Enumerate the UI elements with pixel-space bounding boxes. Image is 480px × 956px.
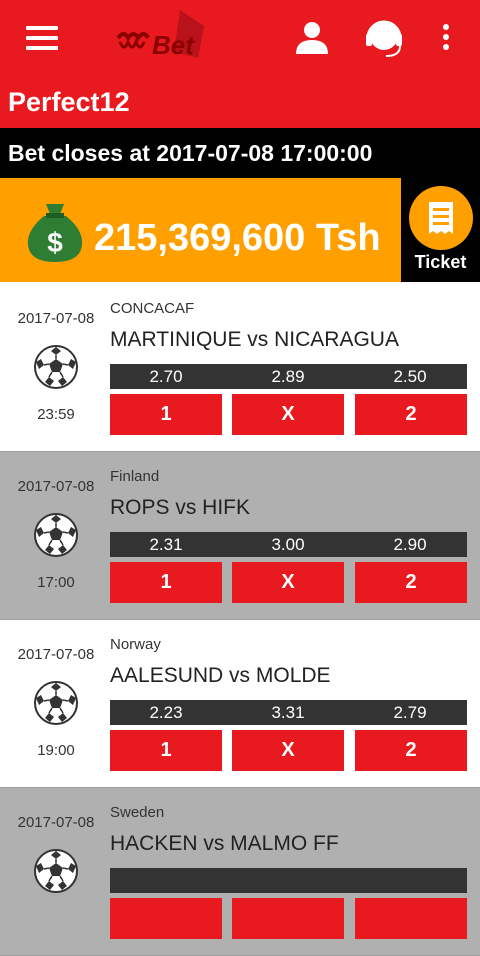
money-bag-icon: $ [24,200,86,264]
home-win-button[interactable]: 1 [110,562,222,603]
match-row: 2017-07-08 23:59 CONCACAF MARTINIQUE vs NIC… [0,284,480,452]
soccer-ball-icon [33,512,79,558]
match-league: Finland [110,468,160,485]
odds-bar: 2.31 3.00 2.90 [110,532,467,557]
match-teams: ROPS vs HIFK [110,496,251,519]
match-time: 19:00 [37,742,75,759]
soccer-ball-icon [33,680,79,726]
match-row: 2017-07-08 17:00 Finland ROPS vs HIFK 2.31 3.… [0,452,480,620]
support-headset-icon[interactable] [364,16,404,60]
home-win-button[interactable]: 1 [110,730,222,771]
away-win-button[interactable]: 2 [355,730,467,771]
soccer-ball-icon [33,344,79,390]
odds-bar [110,868,467,893]
match-league: CONCACAF [110,300,195,317]
odds-value: 2.23 [149,703,183,722]
draw-button[interactable]: X [232,730,344,771]
soccer-ball-icon [33,848,79,894]
match-row: 2017-07-08 19:00 Norway AALESUND vs MOLDE 2.… [0,620,480,788]
jackpot-amount: 215,369,600 Tsh [94,217,381,259]
match-date: 2017-07-08 [17,646,95,663]
match-teams: HACKEN vs MALMO FF [110,832,339,855]
match-league: Sweden [110,804,165,821]
odds-value: 3.00 [271,535,305,554]
ticket-icon [409,186,473,250]
odds-bar: 2.23 3.31 2.79 [110,700,467,725]
user-icon[interactable] [294,20,330,56]
odds-value: 2.90 [393,535,427,554]
match-time: 23:59 [37,406,75,423]
match-teams: AALESUND vs MOLDE [110,664,331,687]
away-win-button[interactable] [355,898,467,939]
away-win-button[interactable]: 2 [355,394,467,435]
bet-closes-banner: Bet closes at 2017-07-08 17:00:00 [0,128,480,178]
match-date: 2017-07-08 [17,814,95,831]
draw-button[interactable] [232,898,344,939]
odds-value: 2.31 [149,535,183,554]
odds-value: 2.70 [149,367,183,386]
draw-button[interactable]: X [232,394,344,435]
odds-value: 3.31 [271,703,305,722]
odds-value: 2.89 [271,367,305,386]
logo: Bet [114,8,214,68]
match-row: 2017-07-08 Sweden HACKEN vs MALMO FF [0,788,480,956]
odds-value: 2.79 [393,703,427,722]
draw-button[interactable]: X [232,562,344,603]
odds-bar: 2.70 2.89 2.50 [110,364,467,389]
match-league: Norway [110,636,161,653]
menu-icon[interactable] [26,26,58,50]
svg-text:Bet: Bet [152,30,195,60]
page-title: Perfect12 [0,76,480,128]
away-win-button[interactable]: 2 [355,562,467,603]
ticket-button[interactable]: Ticket [401,178,480,282]
ticket-label: Ticket [414,252,467,272]
svg-text:$: $ [47,227,63,258]
more-vert-icon[interactable] [440,24,452,52]
app-bar: Bet [0,0,480,76]
match-teams: MARTINIQUE vs NICARAGUA [110,328,399,351]
match-date: 2017-07-08 [17,310,95,327]
home-win-button[interactable]: 1 [110,394,222,435]
home-win-button[interactable] [110,898,222,939]
match-date: 2017-07-08 [17,478,95,495]
jackpot-banner: $ 215,369,600 Tsh [0,178,401,282]
match-time: 17:00 [37,574,75,591]
odds-value: 2.50 [393,367,427,386]
